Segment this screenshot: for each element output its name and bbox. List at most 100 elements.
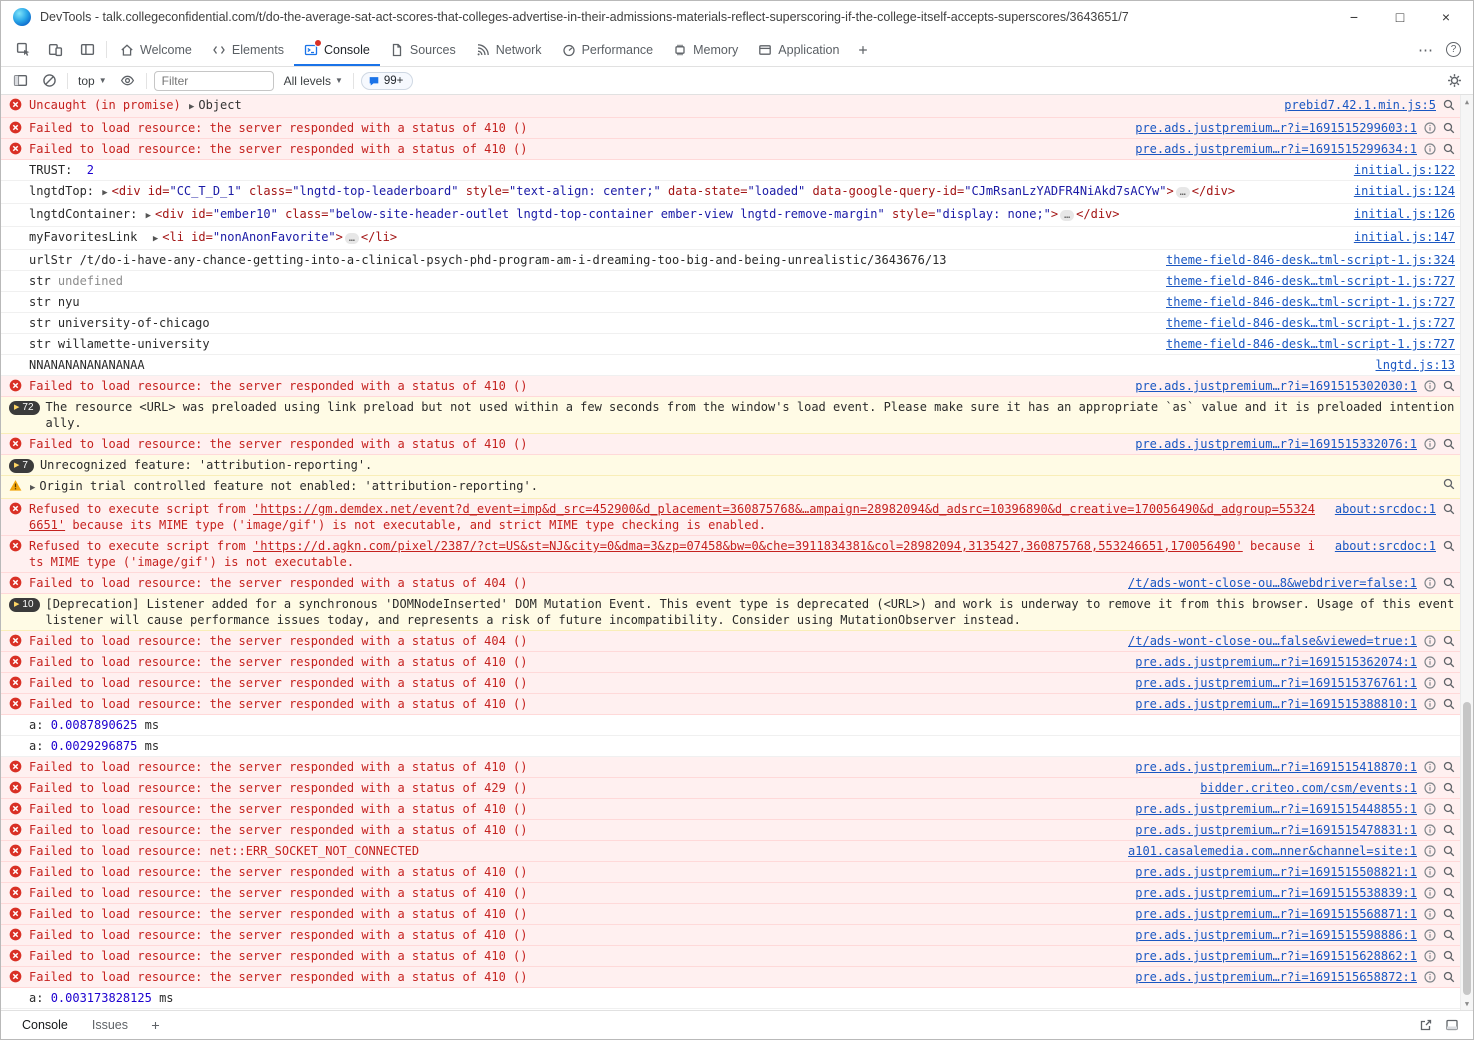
source-link[interactable]: theme-field-846-desk…tml-script-1.js:727 bbox=[1166, 315, 1455, 331]
source-link[interactable]: pre.ads.justpremium…r?i=1691515362074:1 bbox=[1135, 654, 1417, 670]
info-icon[interactable] bbox=[1424, 866, 1436, 878]
repeat-count-badge[interactable]: ▶ 72 bbox=[9, 401, 40, 415]
source-link[interactable]: pre.ads.justpremium…r?i=1691515376761:1 bbox=[1135, 675, 1417, 691]
expand-panel-icon[interactable] bbox=[1419, 1018, 1433, 1032]
console-sidebar-icon[interactable] bbox=[9, 70, 31, 92]
source-link[interactable]: /t/ads-wont-close-ou…8&webdriver=false:1 bbox=[1128, 575, 1417, 591]
source-link[interactable]: pre.ads.justpremium…r?i=1691515538839:1 bbox=[1135, 885, 1417, 901]
source-link[interactable]: initial.js:124 bbox=[1354, 183, 1455, 199]
add-drawer-tab-button[interactable] bbox=[141, 1020, 170, 1031]
maximize-button[interactable]: □ bbox=[1377, 2, 1423, 32]
add-tab-button[interactable] bbox=[849, 33, 877, 66]
source-link[interactable]: about:srcdoc:1 bbox=[1335, 538, 1436, 554]
search-icon[interactable] bbox=[1443, 143, 1455, 155]
source-link[interactable]: pre.ads.justpremium…r?i=1691515448855:1 bbox=[1135, 801, 1417, 817]
source-link[interactable]: pre.ads.justpremium…r?i=1691515598886:1 bbox=[1135, 927, 1417, 943]
info-icon[interactable] bbox=[1424, 677, 1436, 689]
info-icon[interactable] bbox=[1424, 143, 1436, 155]
search-icon[interactable] bbox=[1443, 803, 1455, 815]
search-icon[interactable] bbox=[1443, 908, 1455, 920]
source-link[interactable]: /t/ads-wont-close-ou…false&viewed=true:1 bbox=[1128, 633, 1417, 649]
javascript-context-dropdown[interactable]: top ▼ bbox=[75, 72, 110, 90]
vertical-scrollbar[interactable]: ▲ ▼ bbox=[1460, 95, 1473, 1010]
source-link[interactable]: lngtd.js:13 bbox=[1376, 357, 1455, 373]
tab-welcome[interactable]: Welcome bbox=[110, 33, 202, 66]
search-icon[interactable] bbox=[1443, 782, 1455, 794]
source-link[interactable]: pre.ads.justpremium…r?i=1691515658872:1 bbox=[1135, 969, 1417, 985]
expand-arrow-icon[interactable]: ▶ bbox=[101, 188, 111, 198]
source-link[interactable]: pre.ads.justpremium…r?i=1691515478831:1 bbox=[1135, 822, 1417, 838]
info-icon[interactable] bbox=[1424, 929, 1436, 941]
scrollbar-thumb[interactable] bbox=[1463, 702, 1471, 995]
repeat-count-badge[interactable]: ▶ 7 bbox=[9, 459, 34, 473]
scroll-down-icon[interactable]: ▼ bbox=[1461, 997, 1473, 1010]
search-icon[interactable] bbox=[1443, 122, 1455, 134]
log-levels-dropdown[interactable]: All levels ▼ bbox=[281, 72, 346, 90]
expand-arrow-icon[interactable]: ▶ bbox=[188, 102, 198, 112]
more-menu-icon[interactable]: ⋯ bbox=[1412, 41, 1440, 59]
source-link[interactable]: initial.js:126 bbox=[1354, 206, 1455, 222]
close-button[interactable]: × bbox=[1423, 2, 1469, 32]
tab-elements[interactable]: Elements bbox=[202, 33, 294, 66]
info-icon[interactable] bbox=[1424, 656, 1436, 668]
filter-input[interactable] bbox=[153, 70, 274, 91]
info-icon[interactable] bbox=[1424, 950, 1436, 962]
device-toolbar-icon[interactable] bbox=[39, 33, 71, 66]
search-icon[interactable] bbox=[1443, 438, 1455, 450]
issues-counter[interactable]: 99+ bbox=[360, 71, 414, 90]
search-icon[interactable] bbox=[1443, 478, 1455, 490]
info-icon[interactable] bbox=[1424, 803, 1436, 815]
info-icon[interactable] bbox=[1424, 971, 1436, 983]
source-link[interactable]: a101.casalemedia.com…nner&channel=site:1 bbox=[1128, 843, 1417, 859]
search-icon[interactable] bbox=[1443, 577, 1455, 589]
source-link[interactable]: pre.ads.justpremium…r?i=1691515299603:1 bbox=[1135, 120, 1417, 136]
drawer-tab-issues[interactable]: Issues bbox=[81, 1011, 139, 1039]
search-icon[interactable] bbox=[1443, 950, 1455, 962]
settings-gear-icon[interactable] bbox=[1443, 70, 1465, 92]
inspect-element-icon[interactable] bbox=[7, 33, 39, 66]
expand-arrow-icon[interactable]: ▶ bbox=[29, 483, 39, 493]
source-link[interactable]: theme-field-846-desk…tml-script-1.js:727 bbox=[1166, 273, 1455, 289]
source-link[interactable]: prebid7.42.1.min.js:5 bbox=[1284, 97, 1436, 113]
source-link[interactable]: pre.ads.justpremium…r?i=1691515388810:1 bbox=[1135, 696, 1417, 712]
search-icon[interactable] bbox=[1443, 866, 1455, 878]
help-icon[interactable]: ? bbox=[1446, 42, 1461, 57]
source-link[interactable]: pre.ads.justpremium…r?i=1691515628862:1 bbox=[1135, 948, 1417, 964]
minimize-button[interactable]: − bbox=[1331, 2, 1377, 32]
search-icon[interactable] bbox=[1443, 380, 1455, 392]
clear-console-icon[interactable] bbox=[38, 70, 60, 92]
search-icon[interactable] bbox=[1443, 971, 1455, 983]
expand-arrow-icon[interactable]: ▶ bbox=[152, 234, 162, 244]
info-icon[interactable] bbox=[1424, 887, 1436, 899]
search-icon[interactable] bbox=[1443, 824, 1455, 836]
search-icon[interactable] bbox=[1443, 635, 1455, 647]
info-icon[interactable] bbox=[1424, 908, 1436, 920]
expand-arrow-icon[interactable]: ▶ bbox=[145, 211, 155, 221]
search-icon[interactable] bbox=[1443, 698, 1455, 710]
source-link[interactable]: theme-field-846-desk…tml-script-1.js:727 bbox=[1166, 336, 1455, 352]
source-link[interactable]: theme-field-846-desk…tml-script-1.js:727 bbox=[1166, 294, 1455, 310]
search-icon[interactable] bbox=[1443, 99, 1455, 111]
search-icon[interactable] bbox=[1443, 656, 1455, 668]
tab-sources[interactable]: Sources bbox=[380, 33, 466, 66]
tab-console[interactable]: Console bbox=[294, 33, 380, 66]
tab-memory[interactable]: Memory bbox=[663, 33, 748, 66]
repeat-count-badge[interactable]: ▶ 10 bbox=[9, 598, 40, 612]
panel-layout-icon[interactable] bbox=[71, 33, 103, 66]
info-icon[interactable] bbox=[1424, 782, 1436, 794]
info-icon[interactable] bbox=[1424, 122, 1436, 134]
tab-application[interactable]: Application bbox=[748, 33, 849, 66]
search-icon[interactable] bbox=[1443, 929, 1455, 941]
search-icon[interactable] bbox=[1443, 677, 1455, 689]
search-icon[interactable] bbox=[1443, 887, 1455, 899]
source-link[interactable]: pre.ads.justpremium…r?i=1691515568871:1 bbox=[1135, 906, 1417, 922]
search-icon[interactable] bbox=[1443, 540, 1455, 552]
info-icon[interactable] bbox=[1424, 635, 1436, 647]
source-link[interactable]: pre.ads.justpremium…r?i=1691515332076:1 bbox=[1135, 436, 1417, 452]
info-icon[interactable] bbox=[1424, 577, 1436, 589]
tab-network[interactable]: Network bbox=[466, 33, 552, 66]
source-link[interactable]: bidder.criteo.com/csm/events:1 bbox=[1200, 780, 1417, 796]
dock-panel-icon[interactable] bbox=[1445, 1018, 1459, 1032]
search-icon[interactable] bbox=[1443, 503, 1455, 515]
source-link[interactable]: initial.js:147 bbox=[1354, 229, 1455, 245]
